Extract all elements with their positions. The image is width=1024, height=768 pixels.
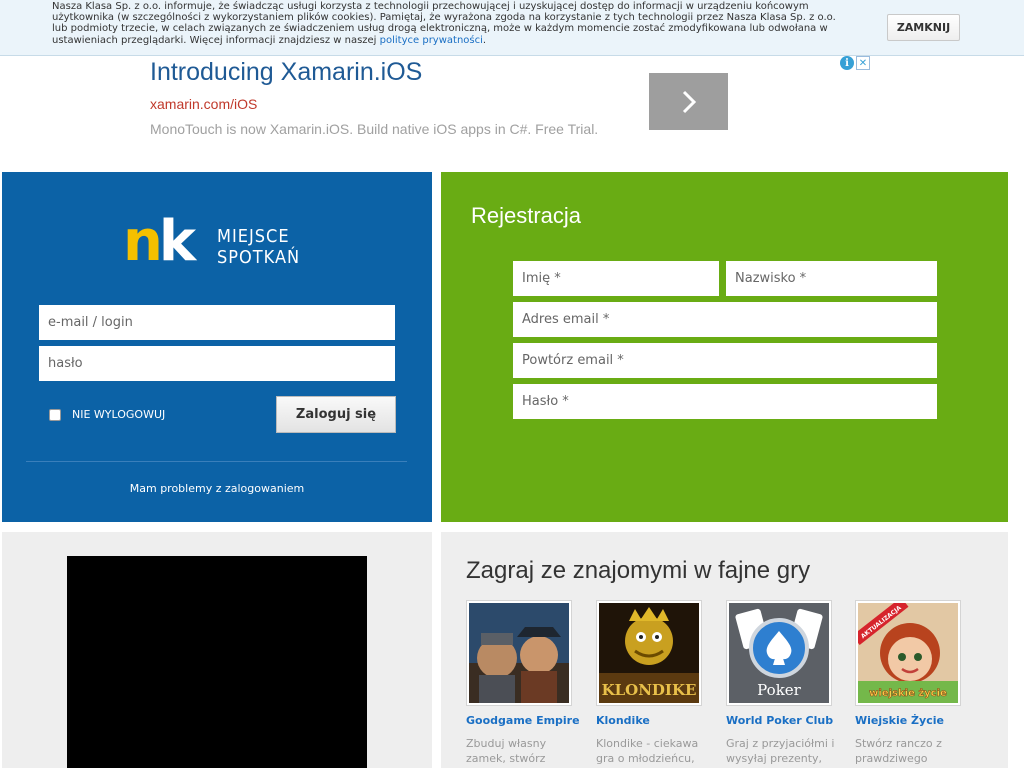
game-name[interactable]: Klondike <box>596 714 711 727</box>
games-title: Zagraj ze znajomymi w fajne gry <box>466 557 811 584</box>
ad-arrow-button[interactable] <box>649 73 728 130</box>
registration-panel: Rejestracja Imię * Nazwisko * Adres emai… <box>441 172 1008 522</box>
game-card[interactable]: Goodgame Empire Zbuduj własny zamek, stw… <box>466 600 581 766</box>
goodgame-empire-image <box>469 603 569 703</box>
game-card[interactable]: KLONDIKE Klondike Klondike - ciekawa gra… <box>596 600 711 766</box>
info-icon[interactable]: i <box>840 56 854 70</box>
game-thumbnail-world-poker-club[interactable]: Poker <box>726 600 832 706</box>
email-login-input[interactable]: e-mail / login <box>39 305 395 340</box>
privacy-policy-link[interactable]: polityce prywatności <box>380 35 483 46</box>
games-section: Zagraj ze znajomymi w fajne gry Goodgame… <box>441 532 1008 768</box>
register-password-input[interactable]: Hasło * <box>513 384 937 419</box>
game-thumbnail-goodgame-empire[interactable] <box>466 600 572 706</box>
ad-description: MonoTouch is now Xamarin.iOS. Build nati… <box>150 121 599 137</box>
cookie-close-button[interactable]: ZAMKNIJ <box>887 14 960 41</box>
remember-me[interactable]: NIE WYLOGOWUJ <box>49 408 165 421</box>
game-description: Klondike - ciekawa gra o młodzieńcu, <box>596 737 699 765</box>
game-thumbnail-wiejskie-zycie[interactable]: AKTUALIZACJA wiejskie życie <box>855 600 961 706</box>
login-button[interactable]: Zaloguj się <box>276 396 396 433</box>
video-section <box>2 532 432 768</box>
klondike-image: KLONDIKE <box>599 603 699 703</box>
chevron-right-icon <box>682 90 696 113</box>
nk-logo: nk MIEJSCE SPOTKAŃ <box>123 212 323 274</box>
game-thumbnail-klondike[interactable]: KLONDIKE <box>596 600 702 706</box>
cookie-notice-bar: Nasza Klasa Sp. z o.o. informuje, że świ… <box>0 0 1024 56</box>
cookie-notice-text: Nasza Klasa Sp. z o.o. informuje, że świ… <box>52 1 852 46</box>
ad-banner[interactable]: Introducing Xamarin.iOS xamarin.com/iOS … <box>150 56 872 156</box>
ad-title[interactable]: Introducing Xamarin.iOS <box>150 58 422 87</box>
poker-logo-text: Poker <box>757 681 801 699</box>
game-card[interactable]: AKTUALIZACJA wiejskie życie Wiejskie Życ… <box>855 600 970 766</box>
game-name[interactable]: World Poker Club <box>726 714 841 727</box>
remember-me-label: NIE WYLOGOWUJ <box>72 408 166 421</box>
wiejskie-zycie-image: AKTUALIZACJA wiejskie życie <box>858 603 958 703</box>
login-problems-link[interactable]: Mam problemy z zalogowaniem <box>2 482 432 495</box>
wiejskie-logo-text: wiejskie życie <box>869 688 947 699</box>
nk-logo-mark: nk <box>123 209 196 274</box>
game-description: Graj z przyjaciółmi i wysyłaj prezenty, <box>726 737 835 765</box>
login-panel: nk MIEJSCE SPOTKAŃ e-mail / login hasło … <box>2 172 432 522</box>
last-name-input[interactable]: Nazwisko * <box>726 261 937 296</box>
nk-logo-tagline: MIEJSCE SPOTKAŃ <box>217 226 300 268</box>
logo-tagline-line2: SPOTKAŃ <box>217 247 301 268</box>
game-description: Zbuduj własny zamek, stwórz <box>466 737 547 765</box>
remember-me-checkbox[interactable] <box>49 408 61 421</box>
register-email-repeat-input[interactable]: Powtórz email * <box>513 343 937 378</box>
registration-title: Rejestracja <box>471 203 582 228</box>
ad-url[interactable]: xamarin.com/iOS <box>150 96 257 112</box>
ad-choices[interactable]: i ✕ <box>840 56 870 71</box>
login-divider <box>26 461 407 462</box>
password-input[interactable]: hasło <box>39 346 395 381</box>
first-name-input[interactable]: Imię * <box>513 261 719 296</box>
game-description: Stwórz ranczo z prawdziwego <box>855 737 942 765</box>
world-poker-club-image: Poker <box>729 603 829 703</box>
register-email-input[interactable]: Adres email * <box>513 302 937 337</box>
game-name[interactable]: Wiejskie Życie <box>855 714 970 727</box>
logo-tagline-line1: MIEJSCE <box>217 226 290 247</box>
cookie-notice-suffix: . <box>482 34 487 46</box>
klondike-logo-text: KLONDIKE <box>602 681 697 699</box>
close-icon[interactable]: ✕ <box>856 56 870 70</box>
game-name[interactable]: Goodgame Empire <box>466 714 581 727</box>
game-card[interactable]: Poker World Poker Club Graj z przyjaciół… <box>726 600 841 766</box>
video-player[interactable] <box>67 556 367 768</box>
